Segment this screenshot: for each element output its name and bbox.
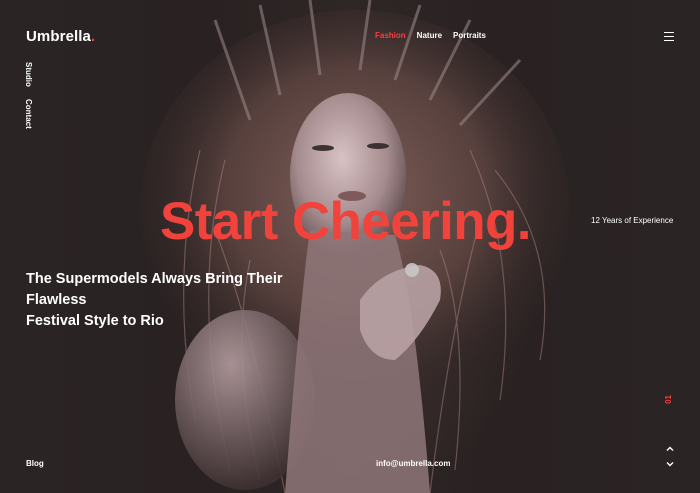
brand-dot: . [91, 28, 96, 45]
hero-subheading: The Supermodels Always Bring Their Flawl… [26, 269, 346, 332]
brand-name: Umbrella [26, 28, 91, 45]
hero-subheading-line-2: Festival Style to Rio [26, 313, 164, 329]
brand-logo[interactable]: Umbrella. [26, 28, 95, 45]
nav-item-portraits[interactable]: Portraits [453, 31, 486, 40]
hamburger-menu-icon[interactable] [664, 32, 674, 42]
chevron-down-icon[interactable] [665, 459, 675, 469]
main-nav: Fashion Nature Portraits [375, 31, 486, 40]
side-nav-contact[interactable]: Contact [24, 99, 33, 129]
experience-label: 12 Years of Experience [591, 216, 674, 225]
blog-link[interactable]: Blog [26, 459, 44, 468]
slide-number: 01 [664, 395, 673, 404]
menu-bar-top [664, 32, 674, 34]
side-nav: Studio Contact [24, 62, 33, 129]
side-nav-studio[interactable]: Studio [24, 62, 33, 87]
chevron-down-glyph [666, 462, 674, 467]
hero-headline: Start Cheering. [160, 192, 532, 251]
menu-bar-middle [664, 36, 674, 38]
nav-item-fashion[interactable]: Fashion [375, 31, 406, 40]
nav-item-nature[interactable]: Nature [417, 31, 442, 40]
hero-subheading-line-1: The Supermodels Always Bring Their Flawl… [26, 271, 283, 308]
chevron-up-icon[interactable] [665, 444, 675, 454]
chevron-up-glyph [666, 446, 674, 451]
menu-bar-bottom [664, 40, 674, 42]
email-link[interactable]: info@umbrella.com [376, 459, 450, 468]
